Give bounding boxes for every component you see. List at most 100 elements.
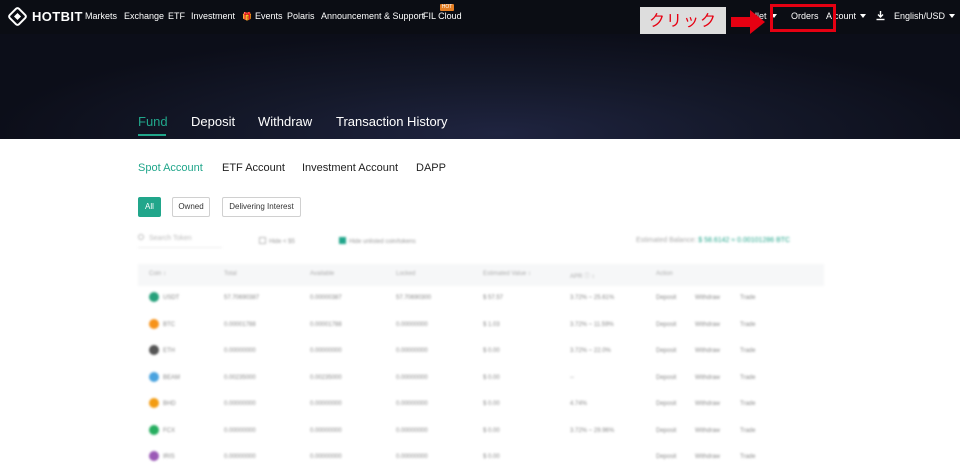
nav-fil-cloud[interactable]: FIL Cloud — [423, 11, 462, 21]
cell-apr: 3.72% ~ 29.96% — [570, 427, 615, 434]
table-row: BHD 0.00000000 0.00000000 0.00000000 $ 0.00 4… — [138, 392, 824, 418]
action-trade-link[interactable]: Trade — [740, 454, 755, 460]
chevron-down-icon — [949, 14, 956, 18]
action-deposit-link[interactable]: Deposit — [656, 322, 676, 328]
action-trade-link[interactable]: Trade — [740, 322, 755, 328]
cell-apr: 3.72% ~ 25.61% — [570, 295, 615, 301]
action-deposit-link[interactable]: Deposit — [656, 454, 676, 460]
tab-investment-account[interactable]: Investment Account — [302, 162, 398, 174]
column-header-apr[interactable]: APR ⓘ ↕ — [570, 271, 595, 280]
nav-events[interactable]: 🎁 Events — [242, 11, 282, 21]
hot-badge: HOT — [440, 4, 454, 11]
gift-icon: 🎁 — [242, 12, 252, 21]
action-trade-link[interactable]: Trade — [740, 401, 755, 407]
estimated-balance-value: $ 58.6142 ≈ 0.00101286 BTC — [698, 237, 791, 244]
cell-coin: FCX — [163, 427, 175, 434]
chevron-down-icon — [860, 14, 867, 18]
action-withdraw-link[interactable]: Withdraw — [695, 348, 720, 354]
action-deposit-link[interactable]: Deposit — [656, 375, 676, 381]
estimated-balance-label: Estimated Balance: — [636, 237, 697, 244]
table-row: BEAM 0.00235000 0.00235000 0.00000000 $ 0.00… — [138, 366, 824, 392]
coin-icon — [149, 451, 159, 461]
cell-locked: 0.00000000 — [396, 454, 428, 460]
cell-value: $ 0.00 — [483, 427, 500, 434]
tab-spot-account[interactable]: Spot Account — [138, 162, 203, 174]
cell-coin: IRIS — [163, 454, 175, 460]
nav-exchange[interactable]: Exchange — [124, 11, 164, 21]
column-header-coin[interactable]: Coin ↕ — [149, 271, 166, 277]
hide-unlisted-checkbox[interactable]: Hide unlisted coin/tokens — [339, 237, 416, 245]
cell-total: 0.00001788 — [224, 321, 256, 328]
table-row: IRIS 0.00000000 0.00000000 0.00000000 $ 0.00… — [138, 445, 824, 471]
tab-deposit[interactable]: Deposit — [191, 114, 235, 129]
table-row: FCX 0.00000000 0.00000000 0.00000000 $ 0.00 3… — [138, 419, 824, 445]
tab-fund[interactable]: Fund — [138, 114, 168, 129]
cell-coin: BHD — [163, 401, 176, 407]
download-icon[interactable] — [876, 11, 885, 21]
cell-total: 0.00000000 — [224, 454, 256, 460]
tab-dapp[interactable]: DAPP — [416, 162, 446, 174]
cell-available: 0.00000000 — [310, 427, 342, 434]
table-row: ETH 0.00000000 0.00000000 0.00000000 $ 0.00 3… — [138, 339, 824, 365]
cell-apr: 3.72% ~ 22.0% — [570, 348, 611, 354]
cell-locked: 0.00000000 — [396, 401, 428, 407]
coin-icon — [149, 371, 159, 382]
action-deposit-link[interactable]: Deposit — [656, 348, 676, 354]
filter-all-button[interactable]: All — [138, 197, 161, 217]
cell-value: $ 0.00 — [483, 454, 500, 460]
cell-value: $ 0.00 — [483, 374, 500, 381]
coin-icon — [149, 318, 159, 329]
cell-value: $ 57.57 — [483, 295, 504, 301]
estimated-balance: Estimated Balance: $ 58.6142 ≈ 0.0010128… — [636, 237, 790, 244]
table-row: BTC 0.00001788 0.00001788 0.00000000 $ 1.03 3… — [138, 313, 824, 339]
coin-icon — [149, 345, 159, 355]
nav-announcement-support[interactable]: Announcement & Support — [321, 11, 424, 21]
hotbit-logo[interactable]: HOTBIT — [6, 5, 83, 28]
nav-investment[interactable]: Investment — [191, 11, 235, 21]
cell-total: 0.00000000 — [224, 401, 256, 407]
action-trade-link[interactable]: Trade — [740, 348, 755, 354]
cell-value: $ 0.00 — [483, 348, 500, 354]
action-withdraw-link[interactable]: Withdraw — [695, 401, 720, 407]
nav-markets[interactable]: Markets — [85, 11, 117, 21]
logo-icon — [6, 5, 29, 28]
language-label: English/USD — [894, 11, 946, 21]
action-withdraw-link[interactable]: Withdraw — [695, 375, 720, 381]
nav-events-label: Events — [254, 11, 283, 21]
column-header-action: Action — [656, 271, 673, 277]
action-withdraw-link[interactable]: Withdraw — [695, 295, 720, 301]
nav-etf[interactable]: ETF — [168, 11, 185, 21]
action-trade-link[interactable]: Trade — [740, 428, 755, 434]
red-arrow-icon — [731, 10, 765, 34]
cell-coin: USDT — [163, 295, 180, 301]
nav-polaris[interactable]: Polaris — [287, 11, 315, 21]
action-withdraw-link[interactable]: Withdraw — [695, 454, 720, 460]
logo-text: HOTBIT — [32, 9, 83, 24]
column-header-available: Available — [310, 271, 335, 277]
action-trade-link[interactable]: Trade — [740, 375, 755, 381]
column-header-estimated-value[interactable]: Estimated Value ↕ — [483, 271, 531, 277]
filter-delivering-interest-button[interactable]: Delivering Interest — [222, 197, 301, 217]
action-withdraw-link[interactable]: Withdraw — [695, 322, 720, 328]
filter-owned-button[interactable]: Owned — [172, 197, 210, 217]
action-trade-link[interactable]: Trade — [740, 295, 755, 301]
tab-etf-account[interactable]: ETF Account — [222, 162, 285, 174]
cell-available: 0.00000387 — [310, 295, 342, 301]
cell-value: $ 1.03 — [483, 321, 500, 328]
tab-transaction-history[interactable]: Transaction History — [336, 114, 448, 129]
column-header-total: Total — [224, 271, 237, 277]
cell-coin: ETH — [163, 348, 175, 354]
action-deposit-link[interactable]: Deposit — [656, 401, 676, 407]
cell-apr: -- — [570, 374, 574, 381]
action-withdraw-link[interactable]: Withdraw — [695, 428, 720, 434]
cell-available: 0.00001788 — [310, 321, 342, 328]
tab-withdraw[interactable]: Withdraw — [258, 114, 312, 129]
coin-icon — [149, 398, 159, 408]
language-currency-selector[interactable]: English/USD — [894, 11, 956, 21]
cell-coin: BEAM — [163, 374, 181, 381]
action-deposit-link[interactable]: Deposit — [656, 295, 676, 301]
action-deposit-link[interactable]: Deposit — [656, 428, 676, 434]
hide-small-checkbox[interactable]: Hide < $5 — [259, 237, 295, 245]
active-tab-indicator — [138, 134, 166, 136]
search-token-input[interactable]: Search Token — [138, 234, 222, 248]
